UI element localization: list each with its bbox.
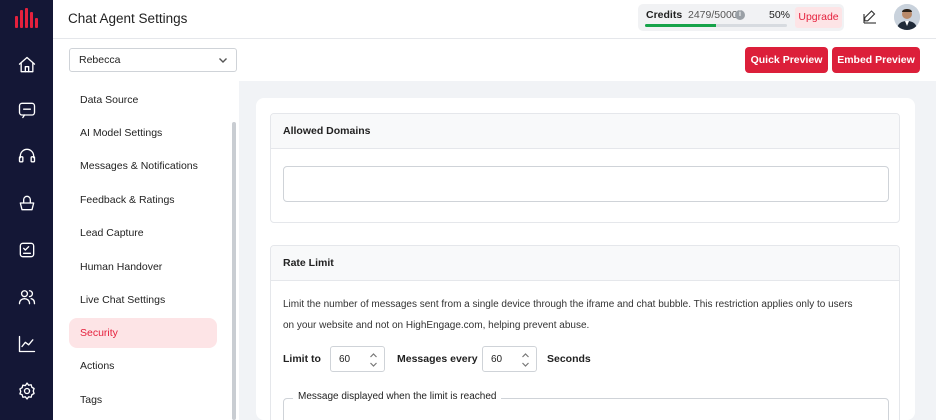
allowed-domains-section: Allowed Domains — [270, 113, 900, 223]
upgrade-button[interactable]: Upgrade — [795, 7, 842, 28]
limit-to-label: Limit to — [283, 353, 321, 365]
sidebar-item-feedback-ratings[interactable]: Feedback & Ratings — [69, 185, 217, 215]
section-title: Rate Limit — [283, 257, 334, 269]
sidebar-item-messages-notifications[interactable]: Messages & Notifications — [69, 151, 217, 181]
chevron-down-icon — [218, 55, 228, 65]
stepper-arrows-icon[interactable] — [521, 350, 530, 370]
sidebar-item-human-handover[interactable]: Human Handover — [69, 252, 217, 282]
sidebar-item-lead-capture[interactable]: Lead Capture — [69, 218, 217, 248]
sidebar-item-data-source[interactable]: Data Source — [69, 85, 217, 115]
sidebar-item-label: Feedback & Ratings — [80, 194, 175, 206]
sidebar-item-security[interactable]: Security — [69, 318, 217, 348]
section-title: Allowed Domains — [283, 125, 371, 137]
sidebar-item-label: Tags — [80, 394, 103, 406]
messages-every-stepper[interactable]: 60 — [482, 346, 537, 372]
embed-preview-button[interactable]: Embed Preview — [832, 47, 920, 73]
stepper-arrows-icon[interactable] — [369, 350, 378, 370]
top-header: Chat Agent Settings Credits 2479/5000 i … — [53, 0, 936, 39]
quick-preview-button[interactable]: Quick Preview — [745, 47, 828, 73]
sidebar-item-tags[interactable]: Tags — [69, 385, 217, 415]
analytics-chart-icon[interactable] — [16, 333, 38, 355]
shopping-basket-icon[interactable] — [16, 192, 38, 214]
section-header: Allowed Domains — [271, 114, 899, 149]
sidebar-item-label: Data Source — [80, 94, 139, 106]
sidebar-item-ai-model-settings[interactable]: AI Model Settings — [69, 118, 217, 148]
sidebar-item-label: Actions — [80, 360, 115, 372]
settings-gear-icon[interactable] — [16, 380, 38, 402]
agent-select[interactable]: Rebecca — [69, 48, 237, 72]
limit-message-field[interactable]: Message displayed when the limit is reac… — [283, 391, 889, 420]
credits-progress-fill — [645, 24, 716, 27]
sidebar-item-live-chat-settings[interactable]: Live Chat Settings — [69, 285, 217, 315]
sidebar-item-label: Security — [80, 327, 118, 339]
description-line: Limit the number of messages sent from a… — [283, 299, 853, 310]
edit-icon[interactable] — [861, 8, 879, 26]
info-icon[interactable]: i — [735, 10, 745, 20]
avatar[interactable] — [894, 4, 920, 30]
sidebar-item-label: Lead Capture — [80, 227, 144, 239]
messages-every-label: Messages every — [397, 353, 478, 365]
sidebar-item-label: AI Model Settings — [80, 127, 163, 139]
rate-limit-row: Limit to 60 Messages every 60 Seconds — [283, 346, 889, 372]
limit-to-value: 60 — [339, 354, 351, 365]
description-line: on your website and not on HighEngage.co… — [283, 320, 590, 331]
credits-percent: 50% — [769, 9, 791, 21]
chat-icon[interactable] — [16, 99, 38, 121]
credits-widget: Credits 2479/5000 i 50% Upgrade — [638, 4, 844, 31]
rate-limit-section: Rate Limit Limit the number of messages … — [270, 245, 900, 420]
sidebar-scrollbar[interactable] — [232, 122, 236, 420]
sidebar-item-label: Live Chat Settings — [80, 294, 166, 306]
app-rail — [0, 0, 53, 420]
sidebar-item-label: Human Handover — [80, 261, 163, 273]
credits-progress-bar — [645, 24, 787, 27]
limit-to-stepper[interactable]: 60 — [330, 346, 385, 372]
sidebar-item-label: Messages & Notifications — [80, 160, 198, 172]
credits-label: Credits — [646, 9, 683, 21]
credits-value: 2479/5000 — [688, 9, 738, 21]
allowed-domains-input[interactable] — [283, 166, 889, 202]
page-title: Chat Agent Settings — [68, 11, 188, 26]
home-icon[interactable] — [16, 54, 38, 76]
section-header: Rate Limit — [271, 246, 899, 281]
settings-sidebar: Rebecca Data Source AI Model Settings Me… — [53, 39, 237, 420]
messages-every-value: 60 — [491, 354, 503, 365]
users-icon[interactable] — [16, 286, 38, 308]
headset-icon[interactable] — [16, 145, 38, 167]
limit-message-legend: Message displayed when the limit is reac… — [293, 391, 502, 402]
agent-select-value: Rebecca — [79, 54, 121, 66]
sidebar-item-actions[interactable]: Actions — [69, 351, 217, 381]
task-list-icon[interactable] — [16, 239, 38, 261]
brand-logo-icon[interactable] — [15, 8, 39, 28]
seconds-label: Seconds — [547, 353, 591, 365]
rate-limit-description: Limit the number of messages sent from a… — [283, 294, 889, 336]
